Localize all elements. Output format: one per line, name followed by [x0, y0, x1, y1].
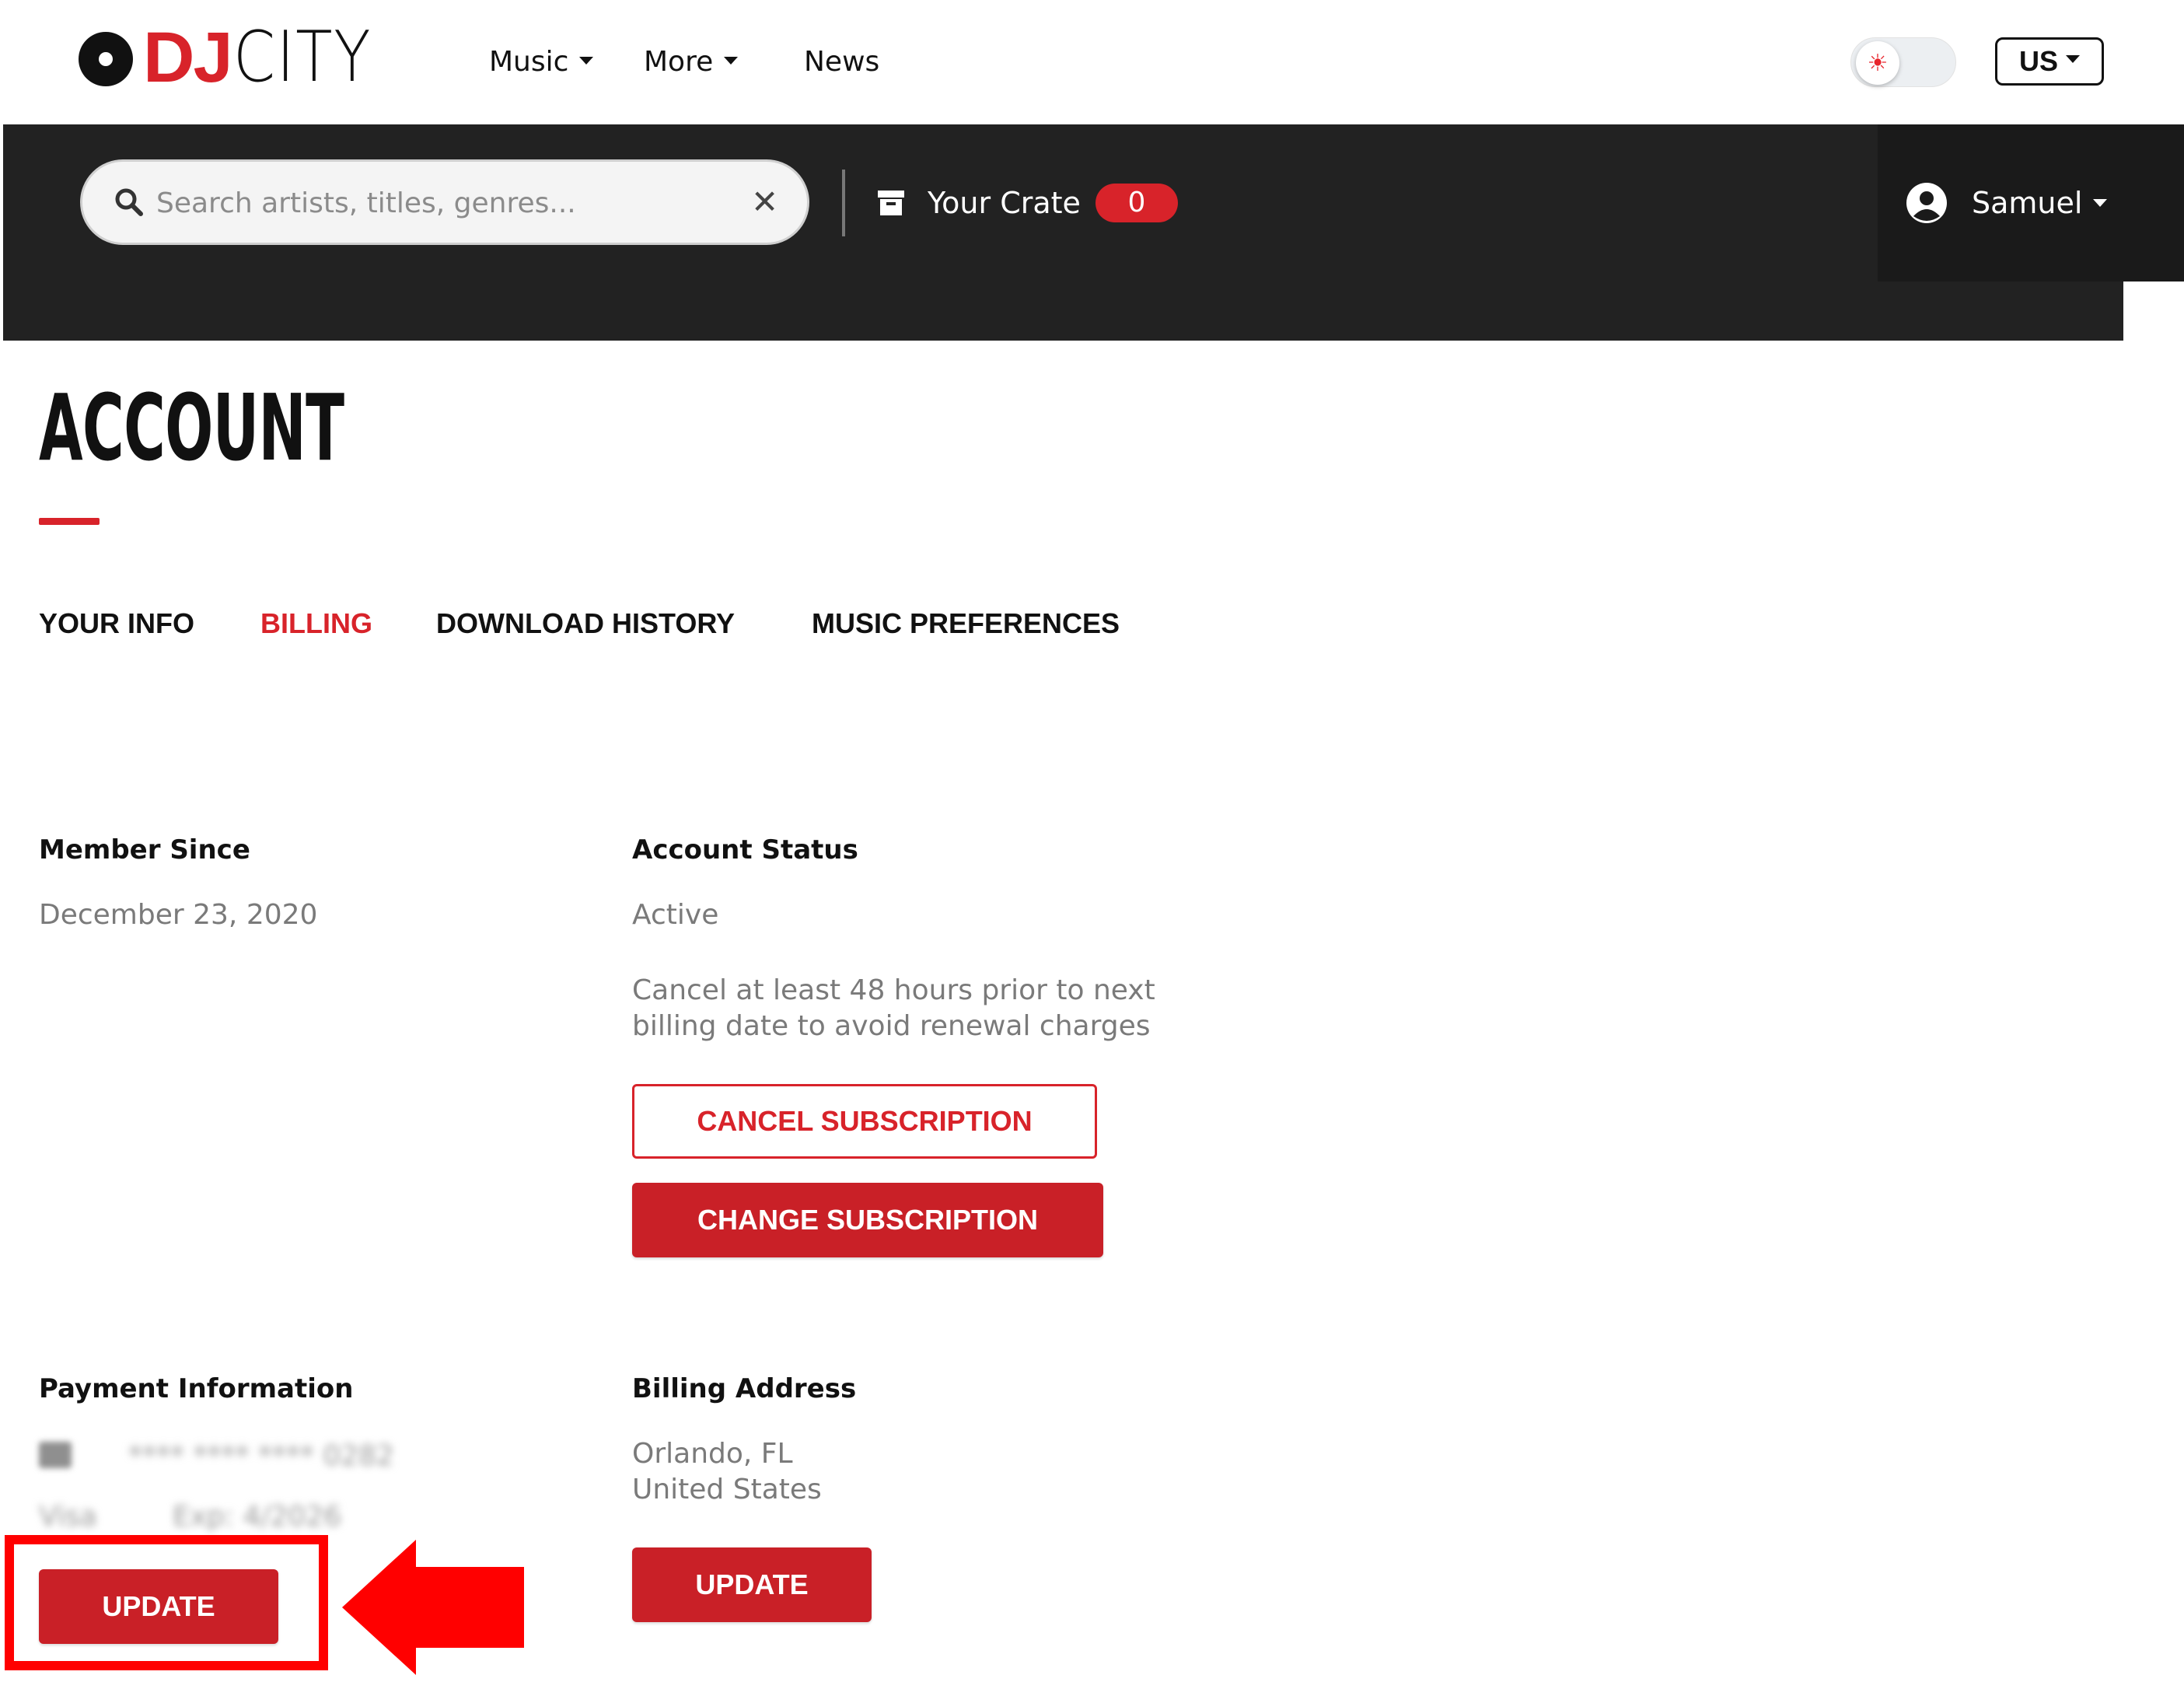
account-status-value: Active	[632, 899, 719, 931]
billing-address-line1: Orlando, FL	[632, 1438, 793, 1470]
tab-music-preferences[interactable]: MUSIC PREFERENCES	[812, 607, 1120, 641]
payment-info-label: Payment Information	[39, 1373, 354, 1404]
nav-music-label: Music	[489, 46, 569, 78]
tab-your-info[interactable]: YOUR INFO	[39, 607, 194, 641]
card-type: Visa	[39, 1501, 97, 1533]
user-menu[interactable]: Samuel	[1972, 185, 2108, 221]
header-divider	[842, 170, 845, 236]
billing-address-label: Billing Address	[632, 1373, 857, 1404]
search-box[interactable]: Search artists, titles, genres... ✕	[80, 159, 809, 245]
nav-news[interactable]: News	[804, 45, 879, 79]
annotation-highlight-box	[5, 1535, 328, 1670]
update-billing-address-button[interactable]: UPDATE	[632, 1547, 872, 1622]
crate-count-badge: 0	[1095, 184, 1178, 222]
region-selector[interactable]: US	[1995, 37, 2104, 86]
user-name-label: Samuel	[1972, 186, 2083, 220]
search-placeholder[interactable]: Search artists, titles, genres...	[156, 187, 576, 221]
chevron-down-icon	[579, 57, 594, 65]
tab-download-history[interactable]: DOWNLOAD HISTORY	[436, 607, 735, 641]
user-avatar-icon[interactable]	[1906, 182, 1948, 224]
nav-more[interactable]: More	[644, 45, 739, 79]
crate-icon[interactable]	[877, 190, 905, 216]
logo-dj-text[interactable]: DJ	[143, 22, 233, 93]
member-since-label: Member Since	[39, 834, 250, 865]
close-icon[interactable]: ✕	[751, 184, 778, 221]
logo-city-text[interactable]: CITY	[233, 22, 372, 93]
billing-address-line2: United States	[632, 1474, 822, 1505]
nav-music[interactable]: Music	[489, 45, 594, 79]
page-title: ACCOUNT	[39, 374, 344, 481]
credit-card-icon	[39, 1442, 72, 1468]
search-icon	[115, 188, 143, 216]
account-status-label: Account Status	[632, 834, 858, 865]
cancel-note-line1: Cancel at least 48 hours prior to next	[632, 974, 1155, 1006]
cancel-note-line2: billing date to avoid renewal charges	[632, 1010, 1151, 1042]
chevron-down-icon	[2093, 198, 2108, 207]
change-subscription-button[interactable]: CHANGE SUBSCRIPTION	[632, 1183, 1103, 1257]
annotation-arrow-icon	[342, 1540, 524, 1675]
card-number: **** **** **** 0282	[128, 1440, 394, 1472]
logo-disc-icon[interactable]	[79, 32, 133, 86]
sun-icon: ☀	[1856, 41, 1899, 85]
nav-more-label: More	[644, 46, 714, 78]
theme-toggle[interactable]: ☀	[1850, 37, 1956, 87]
chevron-down-icon	[2066, 55, 2080, 63]
cancel-subscription-button[interactable]: CANCEL SUBSCRIPTION	[632, 1084, 1097, 1159]
chevron-down-icon	[724, 57, 739, 65]
member-since-value: December 23, 2020	[39, 899, 318, 931]
your-crate-link[interactable]: Your Crate	[928, 185, 1081, 221]
card-expiry: Exp: 4/2026	[173, 1501, 342, 1533]
region-label: US	[2018, 45, 2058, 77]
tab-billing[interactable]: BILLING	[260, 607, 372, 641]
title-underline	[39, 518, 100, 525]
